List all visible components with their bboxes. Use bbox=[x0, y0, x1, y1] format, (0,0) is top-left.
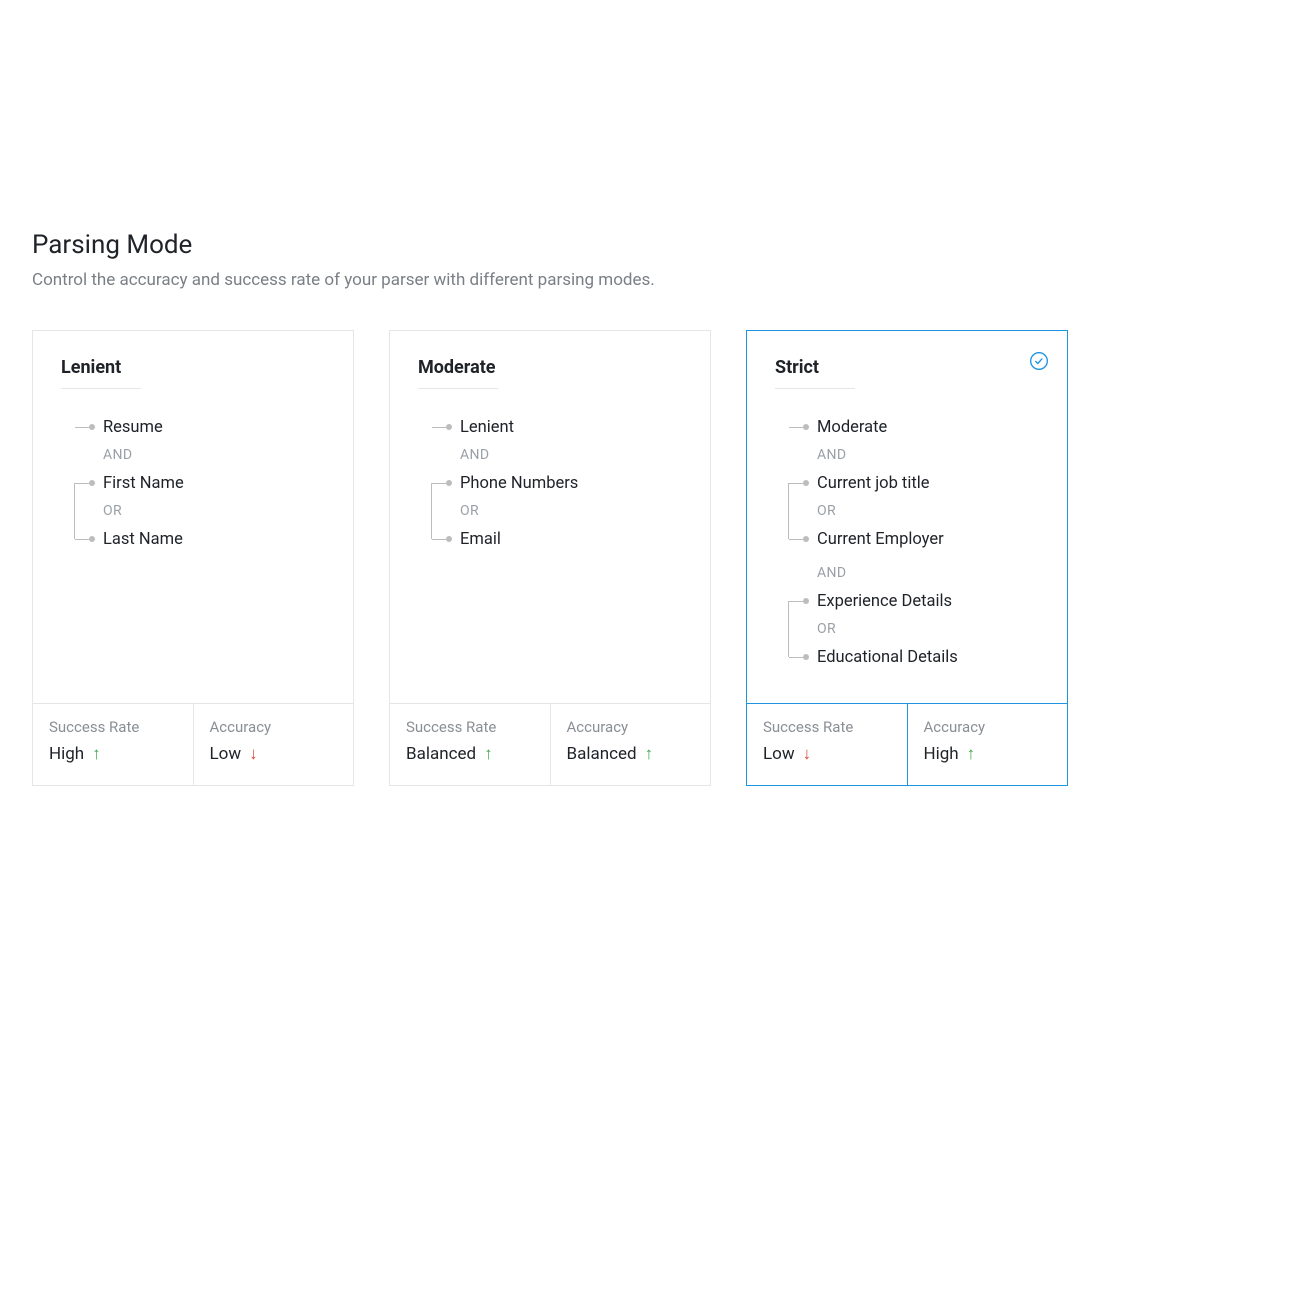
rule-item: Current job title bbox=[809, 474, 930, 493]
rule-item: First Name bbox=[95, 474, 184, 493]
metric-accuracy: Accuracy High ↑ bbox=[907, 704, 1068, 785]
tree-connector-icon bbox=[775, 525, 809, 553]
metric-value: Balanced bbox=[406, 744, 476, 764]
page-title: Parsing Mode bbox=[32, 230, 1268, 260]
metric-label: Success Rate bbox=[406, 718, 534, 736]
rule-item: Lenient bbox=[452, 418, 514, 437]
metric-accuracy: Accuracy Balanced ↑ bbox=[550, 704, 711, 785]
metric-label: Accuracy bbox=[924, 718, 1052, 736]
metric-label: Success Rate bbox=[763, 718, 891, 736]
metric-value: Low bbox=[763, 744, 795, 764]
tree-connector-icon bbox=[418, 413, 452, 441]
tree-connector-icon bbox=[61, 413, 95, 441]
rule-operator: OR bbox=[95, 503, 122, 519]
arrow-up-icon: ↑ bbox=[92, 746, 101, 763]
arrow-up-icon: ↑ bbox=[645, 746, 654, 763]
card-footer: Success Rate Low ↓ Accuracy High ↑ bbox=[747, 703, 1067, 785]
rule-item: Last Name bbox=[95, 530, 183, 549]
metric-value: Low bbox=[210, 744, 242, 764]
rule-operator: AND bbox=[95, 447, 133, 463]
metric-value: Balanced bbox=[567, 744, 637, 764]
metric-success-rate: Success Rate Low ↓ bbox=[747, 704, 907, 785]
page-subtitle: Control the accuracy and success rate of… bbox=[32, 270, 1268, 290]
check-circle-icon bbox=[1029, 351, 1049, 371]
rule-item: Resume bbox=[95, 418, 163, 437]
tree-connector-icon bbox=[775, 497, 809, 525]
tree-connector-icon bbox=[775, 441, 809, 469]
parsing-mode-card-strict[interactable]: Strict Moderate AND Current job title OR… bbox=[746, 330, 1068, 786]
card-title: Moderate bbox=[418, 357, 498, 389]
card-title: Strict bbox=[775, 357, 855, 389]
rule-operator: OR bbox=[452, 503, 479, 519]
tree-connector-icon bbox=[418, 469, 452, 497]
metric-value: High bbox=[924, 744, 959, 764]
metric-value: High bbox=[49, 744, 84, 764]
tree-connector-icon bbox=[775, 469, 809, 497]
rule-item: Moderate bbox=[809, 418, 887, 437]
rule-item: Experience Details bbox=[809, 592, 952, 611]
parsing-mode-card-lenient[interactable]: Lenient Resume AND First Name OR Last Na… bbox=[32, 330, 354, 786]
arrow-up-icon: ↑ bbox=[967, 746, 976, 763]
tree-connector-icon bbox=[775, 615, 809, 643]
arrow-down-icon: ↓ bbox=[249, 746, 258, 763]
rule-operator: OR bbox=[809, 621, 836, 637]
arrow-down-icon: ↓ bbox=[803, 746, 812, 763]
rule-operator: OR bbox=[809, 503, 836, 519]
tree-connector-icon bbox=[61, 441, 95, 469]
rule-item: Educational Details bbox=[809, 648, 958, 667]
tree-connector-icon bbox=[418, 525, 452, 553]
metric-accuracy: Accuracy Low ↓ bbox=[193, 704, 354, 785]
tree-connector-icon bbox=[775, 413, 809, 441]
tree-connector-icon bbox=[418, 441, 452, 469]
metric-label: Success Rate bbox=[49, 718, 177, 736]
rule-operator: AND bbox=[809, 565, 847, 581]
tree-connector-icon bbox=[775, 559, 809, 587]
rule-item: Phone Numbers bbox=[452, 474, 578, 493]
tree-connector-icon bbox=[61, 525, 95, 553]
metric-success-rate: Success Rate Balanced ↑ bbox=[390, 704, 550, 785]
rule-item: Current Employer bbox=[809, 530, 944, 549]
card-footer: Success Rate High ↑ Accuracy Low ↓ bbox=[33, 703, 353, 785]
parsing-mode-card-moderate[interactable]: Moderate Lenient AND Phone Numbers OR Em… bbox=[389, 330, 711, 786]
tree-connector-icon bbox=[775, 643, 809, 671]
rule-item: Email bbox=[452, 530, 501, 549]
metric-label: Accuracy bbox=[210, 718, 338, 736]
parsing-mode-cards: Lenient Resume AND First Name OR Last Na… bbox=[32, 330, 1268, 786]
metric-success-rate: Success Rate High ↑ bbox=[33, 704, 193, 785]
tree-connector-icon bbox=[775, 587, 809, 615]
tree-connector-icon bbox=[61, 497, 95, 525]
rule-operator: AND bbox=[452, 447, 490, 463]
metric-label: Accuracy bbox=[567, 718, 695, 736]
rule-operator: AND bbox=[809, 447, 847, 463]
card-title: Lenient bbox=[61, 357, 141, 389]
tree-connector-icon bbox=[61, 469, 95, 497]
card-footer: Success Rate Balanced ↑ Accuracy Balance… bbox=[390, 703, 710, 785]
arrow-up-icon: ↑ bbox=[484, 746, 493, 763]
tree-connector-icon bbox=[418, 497, 452, 525]
